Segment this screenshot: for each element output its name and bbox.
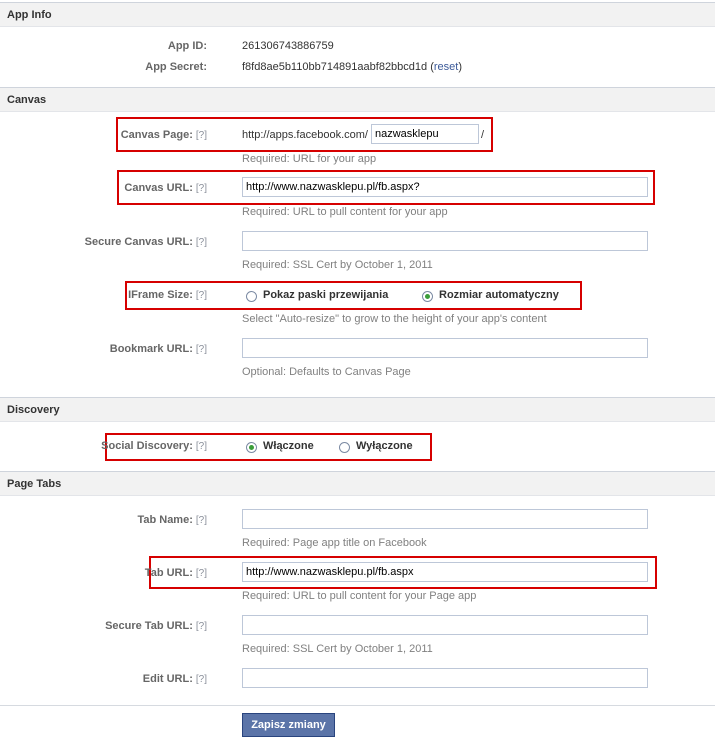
reset-link[interactable]: reset xyxy=(434,61,458,73)
edit-url-input[interactable] xyxy=(242,668,648,688)
help-icon[interactable]: [?] xyxy=(196,568,207,579)
app-secret-label: App Secret: xyxy=(145,61,207,73)
help-icon[interactable]: [?] xyxy=(196,674,207,685)
app-id-label: App ID: xyxy=(167,40,207,52)
secure-tab-url-hint: Required: SSL Cert by October 1, 2011 xyxy=(242,643,433,655)
help-icon[interactable]: [?] xyxy=(196,344,207,355)
social-discovery-label: Social Discovery: [?] xyxy=(101,440,207,452)
section-canvas: Canvas xyxy=(0,87,715,112)
canvas-page-prefix: http://apps.facebook.com/ xyxy=(242,129,368,141)
iframe-scrollbars-label[interactable]: Pokaz paski przewijania xyxy=(263,289,388,301)
secure-canvas-url-hint: Required: SSL Cert by October 1, 2011 xyxy=(242,259,433,271)
iframe-autoresize-label[interactable]: Rozmiar automatyczny xyxy=(439,289,559,301)
iframe-autoresize-radio[interactable] xyxy=(422,291,433,302)
section-title: App Info xyxy=(7,9,52,21)
help-icon[interactable]: [?] xyxy=(196,237,207,248)
canvas-page-label: Canvas Page: [?] xyxy=(120,129,207,141)
bookmark-url-label: Bookmark URL: [?] xyxy=(109,343,207,355)
tab-url-hint: Required: URL to pull content for your P… xyxy=(242,590,477,602)
canvas-url-input[interactable] xyxy=(242,177,648,197)
iframe-size-hint: Select "Auto-resize" to grow to the heig… xyxy=(242,313,547,325)
tab-url-label: Tab URL: [?] xyxy=(144,567,207,579)
social-discovery-on-label[interactable]: Włączone xyxy=(263,440,314,452)
canvas-url-label: Canvas URL: [?] xyxy=(124,182,207,194)
canvas-page-suffix: / xyxy=(481,129,485,141)
iframe-size-label: IFrame Size: [?] xyxy=(128,289,207,301)
section-title: Page Tabs xyxy=(7,478,62,490)
canvas-url-hint: Required: URL to pull content for your a… xyxy=(242,206,448,218)
canvas-page-input[interactable] xyxy=(371,124,479,144)
help-icon[interactable]: [?] xyxy=(196,130,207,141)
canvas-page-hint: Required: URL for your app xyxy=(242,153,377,165)
section-title: Discovery xyxy=(7,404,60,416)
help-icon[interactable]: [?] xyxy=(196,441,207,452)
save-changes-button[interactable]: Zapisz zmiany xyxy=(242,713,335,737)
help-icon[interactable]: [?] xyxy=(196,515,207,526)
help-icon[interactable]: [?] xyxy=(196,183,207,194)
secure-tab-url-input[interactable] xyxy=(242,615,648,635)
section-title: Canvas xyxy=(7,94,47,106)
secure-canvas-url-label: Secure Canvas URL: [?] xyxy=(84,236,207,248)
section-discovery: Discovery xyxy=(0,397,715,422)
reset-paren-close: ) xyxy=(458,61,463,73)
divider xyxy=(0,705,715,706)
section-app-info: App Info xyxy=(0,2,715,27)
social-discovery-off-label[interactable]: Wyłączone xyxy=(356,440,413,452)
bookmark-url-input[interactable] xyxy=(242,338,648,358)
edit-url-label: Edit URL: [?] xyxy=(142,673,207,685)
tab-name-input[interactable] xyxy=(242,509,648,529)
secure-tab-url-label: Secure Tab URL: [?] xyxy=(105,620,207,632)
app-id-value: 261306743886759 xyxy=(242,40,334,52)
secure-canvas-url-input[interactable] xyxy=(242,231,648,251)
tab-name-label: Tab Name: [?] xyxy=(137,514,207,526)
social-discovery-on-radio[interactable] xyxy=(246,442,257,453)
iframe-scrollbars-radio[interactable] xyxy=(246,291,257,302)
app-secret-value: f8fd8ae5b110bb714891aabf82bbcd1d (reset) xyxy=(242,61,462,73)
social-discovery-off-radio[interactable] xyxy=(339,442,350,453)
help-icon[interactable]: [?] xyxy=(196,290,207,301)
tab-name-hint: Required: Page app title on Facebook xyxy=(242,537,427,549)
tab-url-input[interactable] xyxy=(242,562,648,582)
help-icon[interactable]: [?] xyxy=(196,621,207,632)
section-page-tabs: Page Tabs xyxy=(0,471,715,496)
app-secret: f8fd8ae5b110bb714891aabf82bbcd1d xyxy=(242,61,428,73)
bookmark-url-hint: Optional: Defaults to Canvas Page xyxy=(242,366,411,378)
